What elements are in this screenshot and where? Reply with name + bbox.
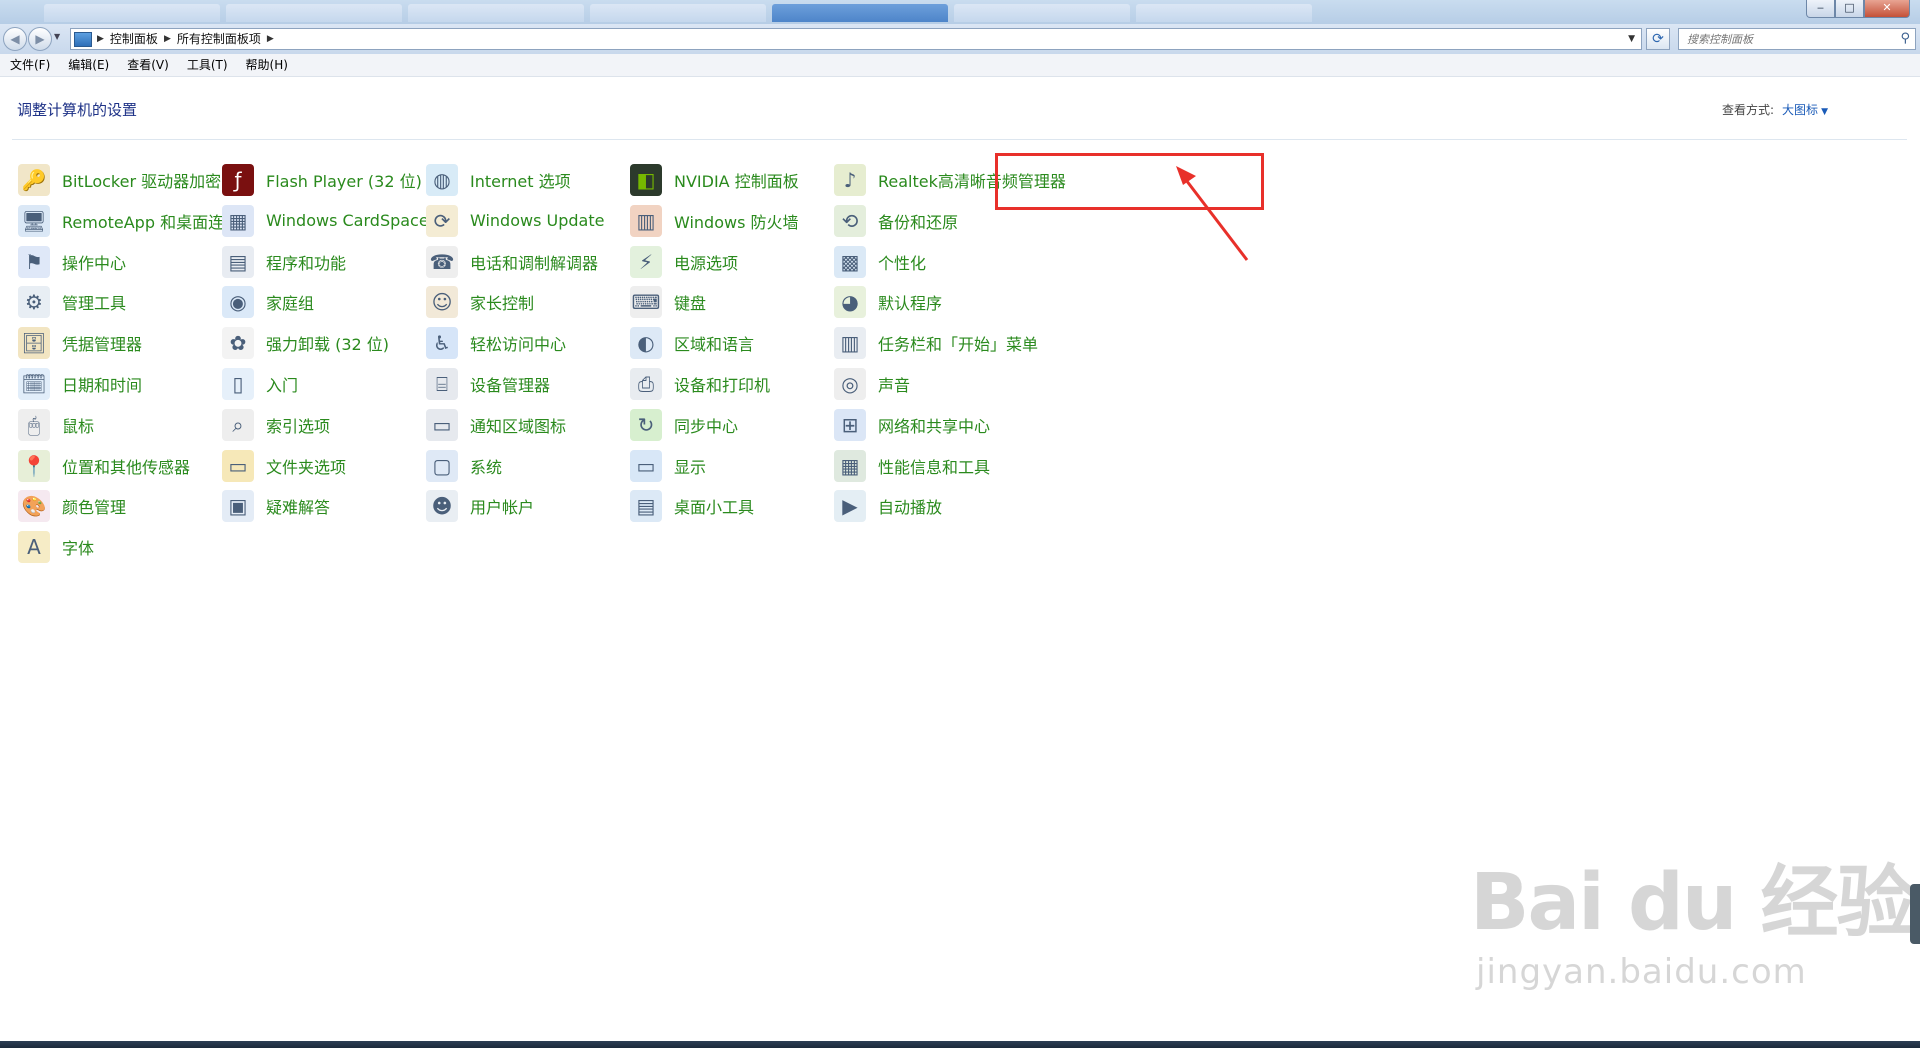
watermark-url: jingyan.baidu.com [1476, 952, 1807, 992]
scroll-handle[interactable] [1910, 884, 1920, 944]
baidu-watermark: Bai du 经验 jingyan.baidu.com [1470, 840, 1914, 992]
taskbar [0, 1041, 1920, 1048]
watermark-logo: Bai du 经验 [1470, 858, 1914, 948]
